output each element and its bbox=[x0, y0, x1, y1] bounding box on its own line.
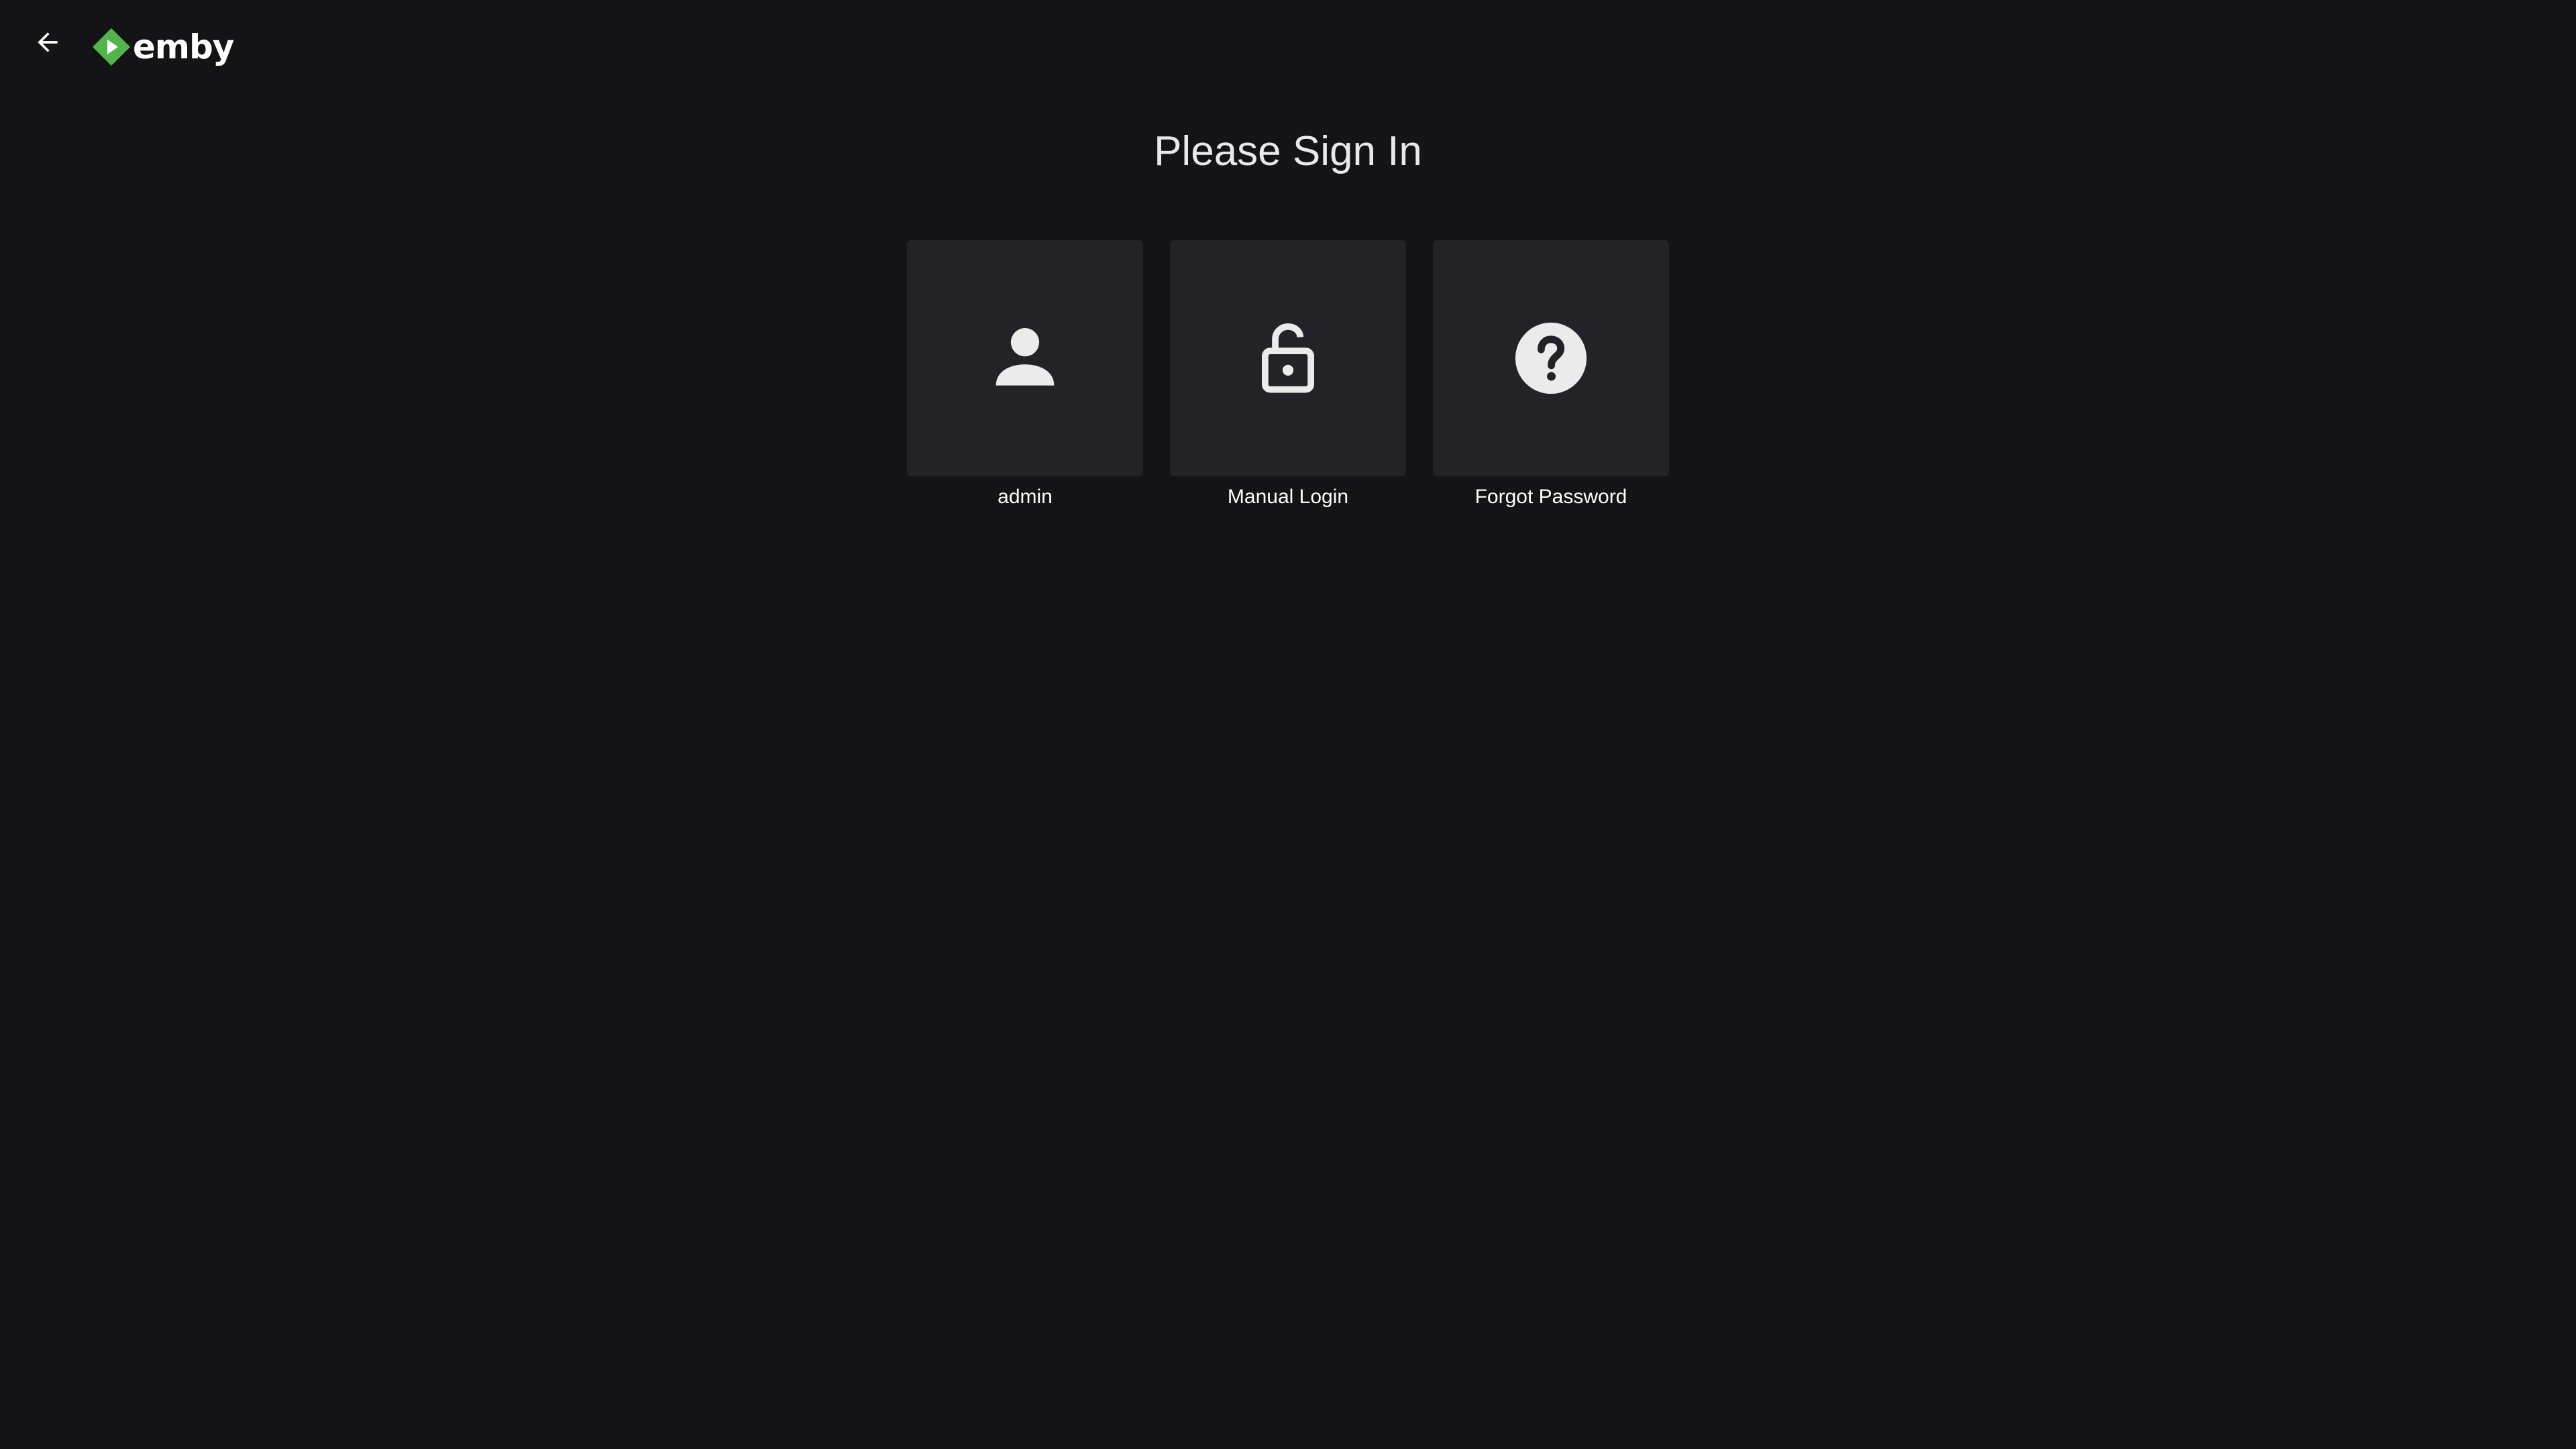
arrow-left-icon bbox=[38, 32, 58, 52]
page-title: Please Sign In bbox=[1154, 128, 1422, 174]
emby-logo-icon bbox=[93, 28, 130, 66]
user-card-admin[interactable]: admin bbox=[907, 240, 1143, 508]
card-label: Manual Login bbox=[1227, 486, 1349, 508]
card-tile[interactable] bbox=[1433, 240, 1669, 476]
brand-name: emby bbox=[133, 28, 234, 66]
forgot-password-card[interactable]: Forgot Password bbox=[1433, 240, 1669, 508]
back-button[interactable] bbox=[25, 20, 70, 64]
sign-in-page: emby Please Sign In admin Manual Login F… bbox=[0, 0, 2576, 1449]
card-tile[interactable] bbox=[907, 240, 1143, 476]
person-icon bbox=[996, 328, 1055, 386]
card-tile[interactable] bbox=[1170, 240, 1406, 476]
sign-in-options: admin Manual Login Forgot Password bbox=[907, 240, 1669, 508]
help-circle-icon bbox=[1515, 322, 1587, 394]
card-label: admin bbox=[998, 486, 1053, 508]
card-label: Forgot Password bbox=[1474, 486, 1627, 508]
emby-logo[interactable]: emby bbox=[91, 25, 234, 68]
lock-open-icon bbox=[1261, 323, 1315, 393]
header-bar: emby bbox=[0, 0, 2576, 94]
manual-login-card[interactable]: Manual Login bbox=[1170, 240, 1406, 508]
